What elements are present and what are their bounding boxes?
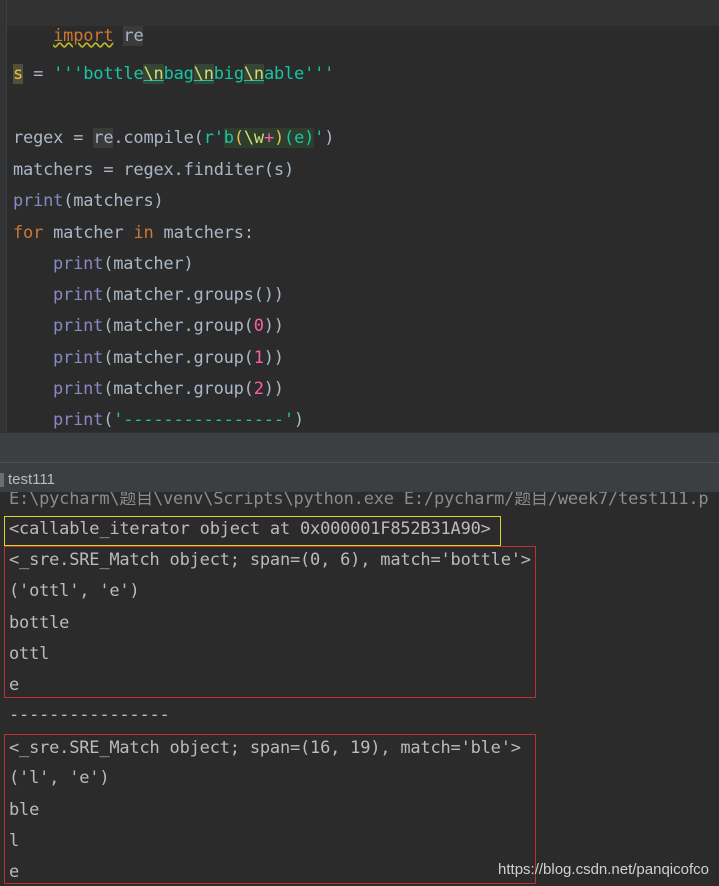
print-builtin: print bbox=[53, 254, 104, 274]
regex-escape: \w bbox=[243, 128, 264, 148]
run-console[interactable]: E:\pycharm\题目\venv\Scripts\python.exe E:… bbox=[0, 492, 719, 886]
number-literal: 0 bbox=[253, 316, 264, 336]
code-text: .compile( bbox=[113, 128, 204, 148]
for-keyword: for bbox=[13, 223, 44, 243]
string-quote-open: ''' bbox=[53, 64, 84, 84]
string-part: bag bbox=[163, 64, 194, 84]
run-tool-window-header: test111 bbox=[0, 462, 719, 493]
panel-splitter[interactable] bbox=[0, 432, 719, 463]
escape-seq: \n bbox=[143, 64, 164, 84]
regex-paren: ) bbox=[273, 128, 285, 148]
code-text: ( bbox=[103, 410, 114, 430]
console-match1-groups: ('ottl', 'e') bbox=[9, 581, 140, 601]
code-line-10[interactable]: print(matcher.group(1)) bbox=[53, 347, 284, 369]
print-builtin: print bbox=[53, 316, 104, 336]
code-text: (matcher.group( bbox=[103, 316, 254, 336]
console-match2-group0: ble bbox=[9, 800, 40, 820]
code-line-6[interactable]: for matcher in matchers: bbox=[13, 222, 254, 244]
module-name: re bbox=[123, 26, 144, 46]
string-quote-close: ''' bbox=[304, 64, 335, 84]
string-literal: '----------------' bbox=[113, 410, 294, 430]
regex-quantifier: + bbox=[263, 128, 274, 148]
code-line-7[interactable]: print(matcher) bbox=[53, 253, 194, 275]
string-quote-close: ' bbox=[314, 128, 325, 148]
string-part: bottle bbox=[83, 64, 144, 84]
console-match1-group2: e bbox=[9, 675, 20, 695]
string-part: able bbox=[263, 64, 305, 84]
code-line-5[interactable]: print(matchers) bbox=[13, 190, 164, 212]
print-builtin: print bbox=[13, 191, 64, 211]
console-match1-group0: bottle bbox=[9, 613, 70, 633]
print-builtin: print bbox=[53, 285, 104, 305]
code-line-8[interactable]: print(matcher.groups()) bbox=[53, 284, 284, 306]
escape-seq: \n bbox=[243, 64, 264, 84]
code-line-2[interactable]: s = '''bottle\nbag\nbig\nable''' bbox=[13, 63, 334, 85]
code-line-9[interactable]: print(matcher.group(0)) bbox=[53, 315, 284, 337]
module-name: re bbox=[93, 128, 114, 148]
number-literal: 1 bbox=[253, 348, 264, 368]
code-text: (matchers) bbox=[63, 191, 164, 211]
console-match2-group2: e bbox=[9, 862, 20, 882]
regex-paren: ) bbox=[304, 128, 315, 148]
console-match1-line: <_sre.SRE_Match object; span=(0, 6), mat… bbox=[9, 550, 531, 570]
regex-paren: ( bbox=[233, 128, 244, 148]
print-builtin: print bbox=[53, 379, 104, 399]
code-editor[interactable]: import re s = '''bottle\nbag\nbig\nable'… bbox=[0, 0, 719, 432]
string-part: big bbox=[213, 64, 244, 84]
console-match2-groups: ('l', 'e') bbox=[9, 768, 110, 788]
console-iterator-line: <callable_iterator object at 0x000001F85… bbox=[9, 519, 491, 539]
console-match1-group1: ottl bbox=[9, 644, 50, 664]
code-text: (matcher.group( bbox=[103, 348, 254, 368]
console-match2-line: <_sre.SRE_Match object; span=(16, 19), m… bbox=[9, 738, 521, 758]
code-line-11[interactable]: print(matcher.group(2)) bbox=[53, 378, 284, 400]
code-line-12[interactable]: print('----------------') bbox=[53, 409, 304, 431]
escape-seq: \n bbox=[193, 64, 214, 84]
number-literal: 2 bbox=[253, 379, 264, 399]
regex-paren: ( bbox=[284, 128, 295, 148]
code-text: )) bbox=[263, 379, 284, 399]
watermark-text: https://blog.csdn.net/panqicofco bbox=[498, 861, 709, 878]
code-text: ) bbox=[324, 128, 335, 148]
code-text: (matcher.group( bbox=[103, 379, 254, 399]
run-tab-marker bbox=[0, 473, 4, 487]
code-line-4[interactable]: matchers = regex.finditer(s) bbox=[13, 159, 294, 181]
code-text: (matcher) bbox=[103, 254, 194, 274]
editor-gutter bbox=[0, 0, 7, 432]
code-line-3[interactable]: regex = re.compile(r'b(\w+)(e)') bbox=[13, 127, 334, 149]
regex-part: e bbox=[294, 128, 305, 148]
code-line-1[interactable]: import re bbox=[13, 3, 144, 69]
code-text: )) bbox=[263, 316, 284, 336]
regex-part: b bbox=[223, 128, 234, 148]
console-separator: ---------------- bbox=[9, 705, 170, 725]
assign-op: = bbox=[23, 64, 54, 84]
raw-string-prefix: r' bbox=[203, 128, 224, 148]
code-text: matcher bbox=[43, 223, 134, 243]
import-keyword: import bbox=[53, 26, 114, 46]
code-text: regex = bbox=[13, 128, 94, 148]
console-command-line: E:\pycharm\题目\venv\Scripts\python.exe E:… bbox=[9, 492, 709, 509]
variable-s: s bbox=[13, 64, 24, 84]
print-builtin: print bbox=[53, 410, 104, 430]
code-text: )) bbox=[263, 348, 284, 368]
code-text: matchers: bbox=[153, 223, 255, 243]
in-keyword: in bbox=[133, 223, 154, 243]
print-builtin: print bbox=[53, 348, 104, 368]
code-text: ) bbox=[293, 410, 304, 430]
console-match2-group1: l bbox=[9, 831, 20, 851]
run-tab-test111[interactable]: test111 bbox=[8, 471, 55, 488]
code-text: (matcher.groups()) bbox=[103, 285, 284, 305]
